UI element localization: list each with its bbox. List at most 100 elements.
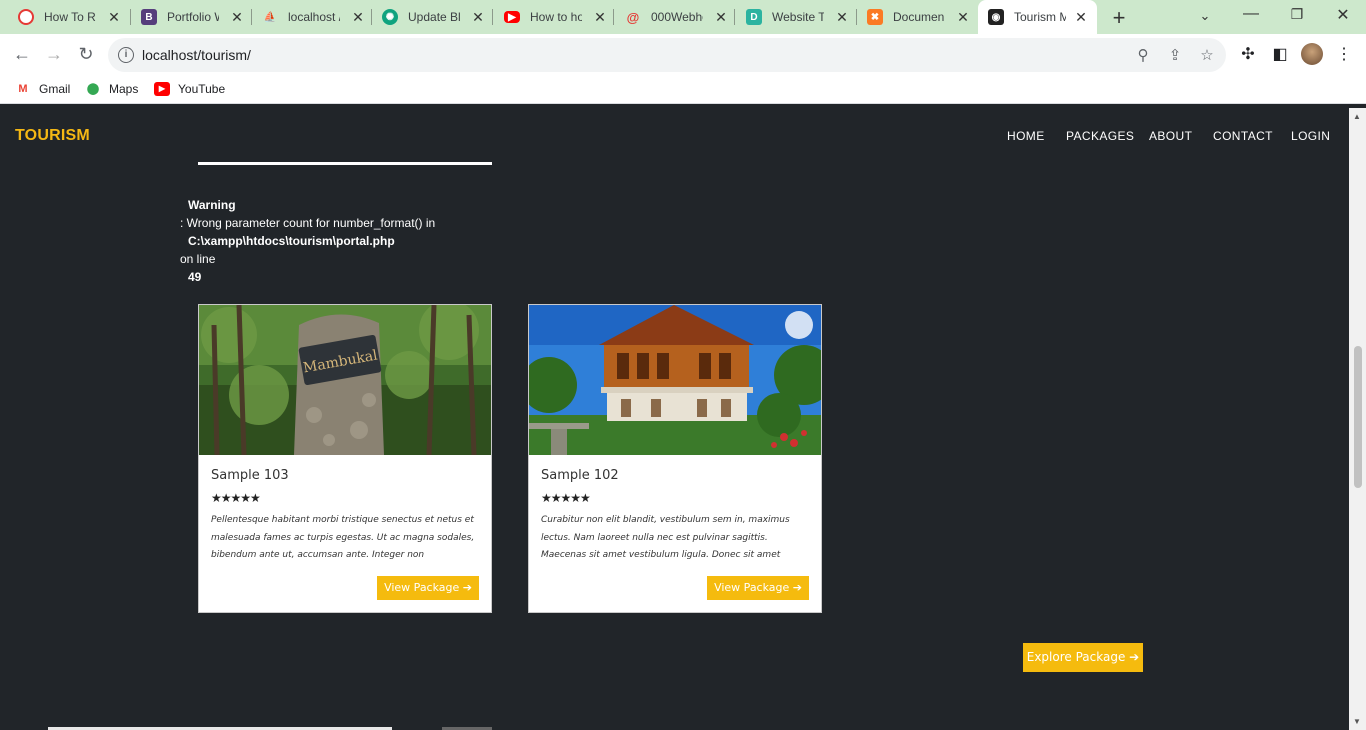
arrow-right-icon: ➔ [462, 581, 472, 594]
button-label: View Package [384, 581, 460, 594]
bookmarks-bar: M Gmail ⬤ Maps ▶ YouTube [0, 76, 1366, 104]
arrow-right-icon: ➔ [1129, 650, 1140, 664]
minimize-icon[interactable]: — [1241, 5, 1261, 23]
close-icon[interactable]: ✕ [470, 9, 486, 25]
side-panel-icon[interactable]: ◧ [1269, 44, 1291, 64]
nav-home[interactable]: HOME [1007, 129, 1045, 143]
bookmark-maps[interactable]: ⬤ Maps [85, 82, 139, 96]
maps-icon: ⬤ [86, 83, 100, 95]
php-warning-message: : Wrong parameter count for number_forma… [180, 216, 436, 230]
site-brand[interactable]: TOURISM [15, 127, 90, 145]
nav-about[interactable]: ABOUT [1149, 129, 1192, 143]
browser-toolbar: ← → ↻ i localhost/tourism/ ⚲ ⇪ ☆ ✣ ◧ ⋮ [0, 34, 1366, 76]
page-scrollbar[interactable]: ▲ ▼ [1349, 108, 1366, 730]
rating-stars: ★★★★★ [211, 491, 261, 505]
package-title: Sample 103 [211, 468, 289, 483]
bookmark-gmail[interactable]: M Gmail [15, 82, 70, 96]
forward-arrow-icon[interactable]: → [43, 44, 65, 65]
tab-tourism[interactable]: ◉ Tourism M ✕ [978, 0, 1097, 34]
package-title: Sample 102 [541, 468, 619, 483]
url-text[interactable]: localhost/tourism/ [142, 47, 251, 63]
youtube-icon: ▶ [504, 11, 520, 23]
tab-search-chevron-icon[interactable]: ⌄ [1195, 8, 1215, 24]
tab-how-to-ho[interactable]: ▶ How to ho ✕ [504, 0, 616, 34]
tab-separator [856, 9, 857, 25]
tab-title: Documen [893, 10, 945, 24]
tab-website[interactable]: D Website Te ✕ [746, 0, 858, 34]
php-warning-file: C:\xampp\htdocs\tourism\portal.php [188, 234, 395, 248]
window-close-icon[interactable]: ✕ [1333, 5, 1353, 25]
package-card: Sample 102 ★★★★★ Curabitur non elit blan… [528, 304, 822, 613]
openai-icon: ✺ [382, 9, 398, 25]
close-icon[interactable]: ✕ [1073, 9, 1089, 25]
section-divider [198, 162, 492, 165]
nav-packages[interactable]: PACKAGES [1066, 129, 1134, 143]
close-icon[interactable]: ✕ [350, 9, 366, 25]
scroll-up-arrow-icon[interactable]: ▲ [1353, 112, 1361, 121]
youtube-icon: ▶ [154, 82, 170, 96]
tab-title: Website Te [772, 10, 824, 24]
bookmark-label: YouTube [178, 82, 226, 96]
tab-portfolio[interactable]: B Portfolio W ✕ [141, 0, 253, 34]
red-circle-icon [18, 9, 34, 25]
phpmyadmin-icon: ⛵ [263, 11, 277, 23]
nav-login[interactable]: LOGIN [1291, 129, 1330, 143]
tab-000webhost[interactable]: @ 000Webho ✕ [625, 0, 737, 34]
restore-icon[interactable]: ❐ [1287, 6, 1307, 23]
php-warning-label: Warning [188, 198, 236, 212]
close-icon[interactable]: ✕ [713, 9, 729, 25]
nav-contact[interactable]: CONTACT [1213, 129, 1273, 143]
back-arrow-icon[interactable]: ← [11, 44, 33, 65]
scrollbar-thumb[interactable] [1354, 346, 1362, 488]
php-warning-online: on line [180, 252, 216, 266]
close-icon[interactable]: ✕ [955, 9, 971, 25]
bootstrap-icon: B [141, 9, 157, 25]
scroll-down-arrow-icon[interactable]: ▼ [1353, 717, 1361, 726]
bookmark-label: Maps [109, 82, 139, 96]
tab-update[interactable]: ✺ Update Bl ✕ [382, 0, 494, 34]
address-bar[interactable]: i localhost/tourism/ ⚲ ⇪ ☆ [108, 38, 1226, 72]
tab-title: How To Re [44, 10, 96, 24]
profile-avatar[interactable] [1301, 43, 1323, 65]
bookmark-youtube[interactable]: ▶ YouTube [154, 82, 225, 96]
gmail-icon: M [18, 83, 28, 95]
rating-stars: ★★★★★ [541, 491, 591, 505]
arrow-right-icon: ➔ [792, 581, 802, 594]
tab-strip: How To Re ✕ B Portfolio W ✕ ⛵ localhost … [0, 0, 1366, 34]
tab-documentation[interactable]: ✖ Documen ✕ [867, 0, 979, 34]
close-icon[interactable]: ✕ [834, 9, 850, 25]
tab-title: Update Bl [408, 10, 460, 24]
button-label: View Package [714, 581, 790, 594]
tab-title: localhost / [288, 10, 340, 24]
explore-package-button[interactable]: Explore Package ➔ [1023, 643, 1143, 672]
web-page: TOURISM HOME PACKAGES ABOUT CONTACT LOGI… [0, 108, 1349, 730]
share-icon[interactable]: ⇪ [1165, 46, 1185, 64]
package-card: Mambukal Sample 103 ★★★★★ Pellentesque h… [198, 304, 492, 613]
tab-title: 000Webho [651, 10, 703, 24]
tab-separator [734, 9, 735, 25]
package-description: Curabitur non elit blandit, vestibulum s… [541, 515, 790, 560]
close-icon[interactable]: ✕ [106, 9, 122, 25]
site-info-icon[interactable]: i [118, 47, 134, 63]
button-label: Explore Package [1026, 650, 1126, 664]
close-icon[interactable]: ✕ [229, 9, 245, 25]
tab-separator [371, 9, 372, 25]
bookmark-star-icon[interactable]: ☆ [1197, 46, 1217, 64]
mambukal-sign-photo: Mambukal [199, 305, 491, 455]
tab-localhost[interactable]: ⛵ localhost / ✕ [262, 0, 374, 34]
close-icon[interactable]: ✕ [592, 9, 608, 25]
tab-separator [492, 9, 493, 25]
new-tab-plus-icon[interactable]: + [1108, 5, 1130, 31]
menu-kebab-icon[interactable]: ⋮ [1333, 44, 1355, 64]
xampp-icon: ✖ [867, 9, 883, 25]
zoom-icon[interactable]: ⚲ [1133, 46, 1153, 64]
tab-title: Tourism M [1014, 10, 1066, 24]
tab-how-to-re[interactable]: How To Re ✕ [18, 0, 130, 34]
reload-icon[interactable]: ↻ [75, 44, 97, 65]
view-package-button[interactable]: View Package ➔ [377, 576, 479, 600]
extensions-puzzle-icon[interactable]: ✣ [1237, 44, 1259, 64]
d-icon: D [746, 9, 762, 25]
tab-title: How to ho [530, 10, 582, 24]
heritage-house-photo [529, 305, 821, 455]
view-package-button[interactable]: View Package ➔ [707, 576, 809, 600]
